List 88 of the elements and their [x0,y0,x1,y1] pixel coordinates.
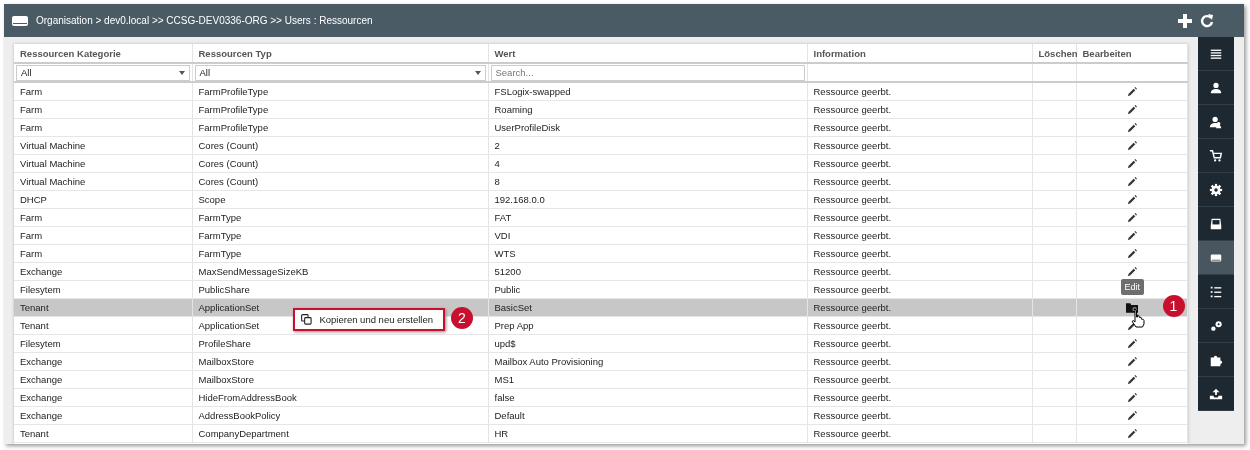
table-cell: MailboxStore [192,352,488,371]
table-cell: HR [488,424,807,443]
table-cell: Ressource geerbt. [807,316,1032,335]
table-cell: FarmProfileType [192,118,488,137]
table-cell: Ressource geerbt. [807,172,1032,191]
tooltip: Edit [1120,279,1144,295]
column-header[interactable]: Ressourcen Typ [192,44,488,63]
table-cell: Ressource geerbt. [807,244,1032,263]
table-cell: Roaming [488,100,807,119]
table-cell: VDI [488,226,807,245]
table-cell: MailboxStore [192,370,488,389]
table-cell: Mailbox Auto Provisioning [488,352,807,371]
table-cell: Ressource geerbt. [807,370,1032,389]
table-cell: MS1 [488,370,807,389]
table-cell: Ressource geerbt. [807,154,1032,173]
callout-badge: 1 [1162,295,1185,317]
table-cell: Ressource geerbt. [807,136,1032,155]
table-cell: Cores (Count) [192,136,488,155]
table-cell: Ressource geerbt. [807,280,1032,299]
table-cell: PublicShare [192,280,488,299]
type-filter[interactable]: All [194,64,486,81]
table-cell: Exchange [14,370,192,389]
breadcrumb: Organisation > dev0.local >> CCSG-DEV0336-ORG >> Users : Ressourcen [36,15,373,26]
table-cell: HideFromAddressBook [192,388,488,407]
table-cell: Cores (Count) [192,154,488,173]
table-cell: 2 [488,136,807,155]
table-cell: Ressource geerbt. [807,262,1032,281]
table-cell: 51200 [488,262,807,281]
table-cell: false [488,388,807,407]
table-cell: Farm [14,208,192,227]
table-cell: Ressource geerbt. [807,334,1032,353]
table-cell: Ressource geerbt. [807,118,1032,137]
table-cell: Ressource geerbt. [807,424,1032,443]
table-cell: Virtual Machine [14,172,192,191]
table-cell: FarmType [192,226,488,245]
column-header[interactable]: Löschen [1032,44,1076,63]
table-cell: Tenant [14,424,192,443]
table-cell: Farm [14,82,192,101]
table-cell: Ressource geerbt. [807,208,1032,227]
table-cell: Cores (Count) [192,172,488,191]
table-cell: Exchange [14,262,192,281]
table-cell: Filesytem [14,334,192,353]
table-cell: Filesytem [14,280,192,299]
table-cell: 4 [488,154,807,173]
table-cell: Exchange [14,406,192,425]
table-cell: CompanyDepartment [192,424,488,443]
table-cell: Ressource geerbt. [807,406,1032,425]
table-cell: FarmProfileType [192,100,488,119]
table-cell: upd$ [488,334,807,353]
table-cell: Ressource geerbt. [807,352,1032,371]
table-cell: Farm [14,226,192,245]
table-cell: ProfileShare [192,334,488,353]
table-cell: FarmProfileType [192,82,488,101]
table-cell: Ressource geerbt. [807,226,1032,245]
table-cell: FarmType [192,244,488,263]
table-cell: MaxSendMessageSizeKB [192,262,488,281]
table-cell: Exchange [14,388,192,407]
table-cell: Farm [14,100,192,119]
table-cell: FAT [488,208,807,227]
table-cell: 192.168.0.0 [488,190,807,209]
table-cell: AddressBookPolicy [192,406,488,425]
column-header[interactable]: Ressourcen Kategorie [14,44,192,63]
table-cell: FSLogix-swapped [488,82,807,101]
table-cell: Scope [192,190,488,209]
table-cell: Ressource geerbt. [807,82,1032,101]
table-cell: Ressource geerbt. [807,388,1032,407]
table-cell: FarmType [192,208,488,227]
table-cell: Virtual Machine [14,136,192,155]
table-cell: Default [488,406,807,425]
table-cell: Ressource geerbt. [807,190,1032,209]
table-cell: Exchange [14,352,192,371]
callout-badge: 2 [451,307,473,329]
table-cell: Farm [14,244,192,263]
table-cell: 8 [488,172,807,191]
table-cell: Virtual Machine [14,154,192,173]
table-cell: Prep App [488,316,807,335]
table-cell: Public [488,280,807,299]
table-cell: WTS [488,244,807,263]
search-field[interactable]: Search... [490,64,805,81]
table-cell: Tenant [14,316,192,335]
column-header[interactable]: Wert [488,44,807,63]
table-cell: Ressource geerbt. [807,100,1032,119]
category-filter[interactable]: All [16,64,190,81]
column-header[interactable]: Bearbeiten [1076,44,1188,63]
table-cell: Farm [14,118,192,137]
column-header[interactable]: Information [807,44,1032,63]
table-cell: DHCP [14,190,192,209]
table-cell: UserProfileDisk [488,118,807,137]
